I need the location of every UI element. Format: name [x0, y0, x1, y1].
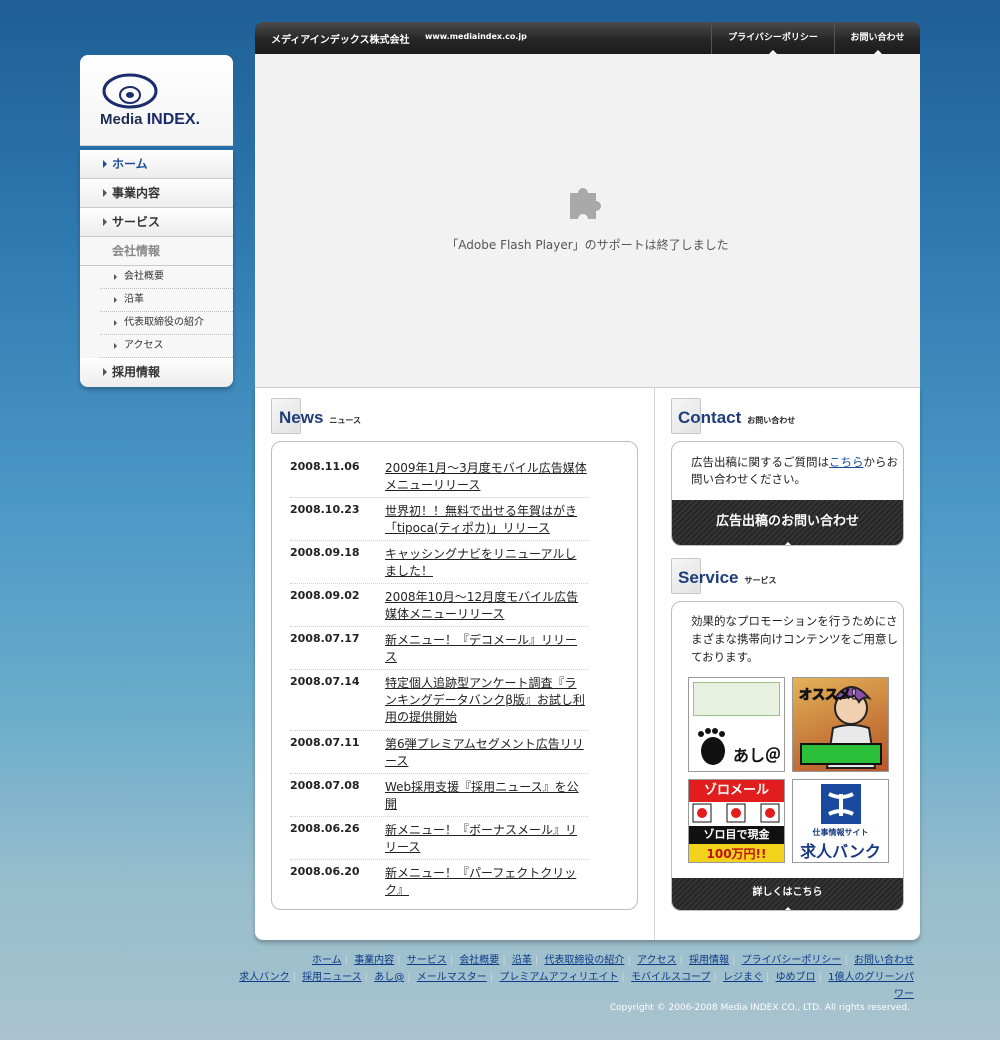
contact-panel: 広告出稿に関するご質問はこちらからお問い合わせください。 広告出稿のお問い合わせ — [671, 441, 904, 546]
news-item: 2008.10.23 世界初！！無料で出せる年賀はがき「tipoca(ティポカ)」… — [290, 503, 588, 541]
footer-link[interactable]: プレミアムアフィリエイト — [499, 972, 618, 983]
column-divider — [654, 388, 655, 940]
news-item: 2008.07.11 第6弾プレミアムセグメント広告リリース — [290, 736, 588, 774]
logo-text: Media INDEX. — [100, 111, 201, 128]
news-link[interactable]: 新メニュー！『ボーナスメール』リリース — [385, 822, 588, 856]
footer-link[interactable]: アクセス — [637, 955, 677, 966]
zoromail-label: ゾロメール — [689, 780, 784, 802]
footer-link[interactable]: モバイルスコープ — [631, 972, 710, 983]
news-item: 2008.06.26 新メニュー！『ボーナスメール』リリース — [290, 822, 588, 860]
logo[interactable]: Media INDEX. — [80, 55, 233, 146]
puzzle-piece-icon — [570, 188, 601, 219]
news-link[interactable]: 2009年1月～3月度モバイル広告媒体メニューリリース — [385, 460, 588, 494]
footer-link[interactable]: 採用情報 — [689, 955, 729, 966]
footer-links-row1: ホーム | 事業内容 | サービス | 会社概要 | 沿革 | 代表取締役の紹介 | アクセ… — [311, 955, 914, 966]
zoromail-prize: 100万円!! — [689, 844, 784, 862]
news-item: 2008.07.17 新メニュー！『デコメール』リリース — [290, 632, 588, 670]
footprint-icon — [698, 728, 725, 765]
footer-link[interactable]: 沿革 — [512, 955, 532, 966]
footer-link[interactable]: あし@ — [374, 972, 404, 983]
footer-link[interactable]: メールマスター — [417, 972, 487, 983]
footer-link[interactable]: プライバシーポリシー — [742, 955, 842, 966]
sidebar-nav: ホーム 事業内容 サービス 会社情報 会社概要 沿革 代表取締役の紹介 アクセス… — [80, 150, 233, 387]
company-name: メディアインデックス株式会社 — [271, 35, 410, 46]
footer-link[interactable]: サービス — [407, 955, 447, 966]
footer-link[interactable]: レジまぐ — [723, 972, 763, 983]
ad-inquiry-button[interactable]: 広告出稿のお問い合わせ — [672, 500, 903, 545]
main-content: News ニュース 2008.11.06 2009年1月～3月度モバイル広告媒体メニ… — [255, 388, 920, 940]
privacy-policy-link[interactable]: プライバシーポリシー — [711, 22, 834, 54]
news-heading: News ニュース — [279, 408, 362, 427]
zoromail-banner[interactable]: ゾロメール ゾロ目で現金 100万円!! — [688, 779, 785, 863]
sidebar-subitem-ceo[interactable]: 代表取締役の紹介 — [100, 312, 233, 335]
news-item: 2008.07.14 特定個人追跡型アンケート調査『ランキングデータバンクβ版』お… — [290, 675, 588, 731]
company-url: www.mediaindex.co.jp — [425, 32, 527, 41]
contact-text: 広告出稿に関するご質問はこちらからお問い合わせください。 — [691, 455, 898, 486]
osusume-banner[interactable]: オススメ! — [792, 677, 889, 772]
osusume-label: オススメ! — [799, 688, 858, 704]
footer-link[interactable]: 会社概要 — [459, 955, 499, 966]
news-link[interactable]: 新メニュー！『パーフェクトクリック』 — [385, 865, 588, 899]
news-link[interactable]: キャッシングナビをリニューアルしました！ — [385, 546, 588, 580]
news-item: 2008.06.20 新メニュー！『パーフェクトクリック』 — [290, 865, 588, 901]
copyright: Copyright © 2006-2008 Media INDEX CO., L… — [609, 1003, 910, 1013]
ashi-screenshot — [693, 682, 780, 716]
sidebar-subitem-history[interactable]: 沿革 — [100, 289, 233, 312]
service-text: 効果的なプロモーションを行うためにさまざまな携帯向けコンテンツをご用意しておりま… — [691, 614, 898, 664]
footer-link[interactable]: お問い合わせ — [854, 955, 914, 966]
footer-link[interactable]: 事業内容 — [354, 955, 394, 966]
footer-link[interactable]: 1億人のグリーンパ — [828, 972, 914, 983]
sidebar-subitem-overview[interactable]: 会社概要 — [100, 266, 233, 289]
sidebar-item-business[interactable]: 事業内容 — [80, 179, 233, 208]
service-details-button[interactable]: 詳しくはこちら — [672, 878, 903, 910]
sidebar-item-recruit[interactable]: 採用情報 — [80, 358, 233, 387]
footer-link[interactable]: 代表取締役の紹介 — [544, 955, 624, 966]
header-bar: メディアインデックス株式会社 www.mediaindex.co.jp プライバ… — [255, 22, 920, 54]
news-list: 2008.11.06 2009年1月～3月度モバイル広告媒体メニューリリース 20… — [271, 441, 638, 910]
news-link[interactable]: 2008年10月～12月度モバイル広告媒体メニューリリース — [385, 589, 588, 623]
service-heading: Service サービス — [678, 568, 777, 587]
sidebar: Media INDEX. ホーム 事業内容 サービス 会社情報 会社概要 沿革 … — [80, 55, 233, 387]
footer-link[interactable]: ゆめブロ — [776, 972, 816, 983]
footer-links-row2: 求人バンク | 採用ニュース | あし@ | メールマスター | プレミアムアフィリエイ… — [239, 972, 914, 983]
news-link[interactable]: 世界初！！無料で出せる年賀はがき「tipoca(ティポカ)」リリース — [385, 503, 588, 537]
footer-links-row3: ワー — [214, 985, 914, 1000]
news-item: 2008.07.08 Web採用支援『採用ニュース』を公開 — [290, 779, 588, 817]
ashi-label: あし＠ — [733, 746, 782, 765]
sidebar-item-home[interactable]: ホーム — [80, 150, 233, 179]
contact-link[interactable]: お問い合わせ — [834, 22, 920, 54]
news-item: 2008.09.02 2008年10月～12月度モバイル広告媒体メニューリリース — [290, 589, 588, 627]
news-item: 2008.11.06 2009年1月～3月度モバイル広告媒体メニューリリース — [290, 460, 588, 498]
kyujin-bank-subtitle: 仕事情報サイト — [812, 828, 869, 837]
footer-link[interactable]: ワー — [894, 989, 914, 1000]
sidebar-item-service[interactable]: サービス — [80, 208, 233, 237]
contact-heading: Contact お問い合わせ — [678, 408, 796, 427]
footer-link[interactable]: ホーム — [312, 955, 342, 966]
footer-link[interactable]: 採用ニュース — [302, 972, 362, 983]
ashi-banner[interactable]: あし＠ — [688, 677, 785, 772]
zoromail-tagline: ゾロ目で現金 — [689, 826, 784, 844]
logo-mark-icon — [102, 73, 158, 109]
news-link[interactable]: Web採用支援『採用ニュース』を公開 — [385, 779, 588, 813]
kyujin-bank-banner[interactable]: 仕事情報サイト 求人バンク — [792, 779, 889, 863]
news-link[interactable]: 第6弾プレミアムセグメント広告リリース — [385, 736, 588, 770]
news-item: 2008.09.18 キャッシングナビをリニューアルしました！ — [290, 546, 588, 584]
news-link[interactable]: 特定個人追跡型アンケート調査『ランキングデータバンクβ版』お試し利用の提供開始 — [385, 675, 588, 726]
dice-icon — [692, 803, 780, 823]
kyujin-bank-logo-icon — [821, 784, 861, 824]
service-panel: 効果的なプロモーションを行うためにさまざまな携帯向けコンテンツをご用意しておりま… — [671, 601, 904, 911]
contact-here-link[interactable]: こちら — [829, 455, 864, 469]
flash-placeholder: 「Adobe Flash Player」のサポートは終了しました — [255, 54, 920, 388]
footer-link[interactable]: 求人バンク — [239, 972, 290, 983]
sidebar-section-company: 会社情報 — [80, 237, 233, 266]
news-link[interactable]: 新メニュー！『デコメール』リリース — [385, 632, 588, 666]
flash-message: 「Adobe Flash Player」のサポートは終了しました — [446, 238, 729, 252]
kyujin-bank-title: 求人バンク — [800, 842, 881, 861]
sidebar-subitem-access[interactable]: アクセス — [100, 335, 233, 358]
